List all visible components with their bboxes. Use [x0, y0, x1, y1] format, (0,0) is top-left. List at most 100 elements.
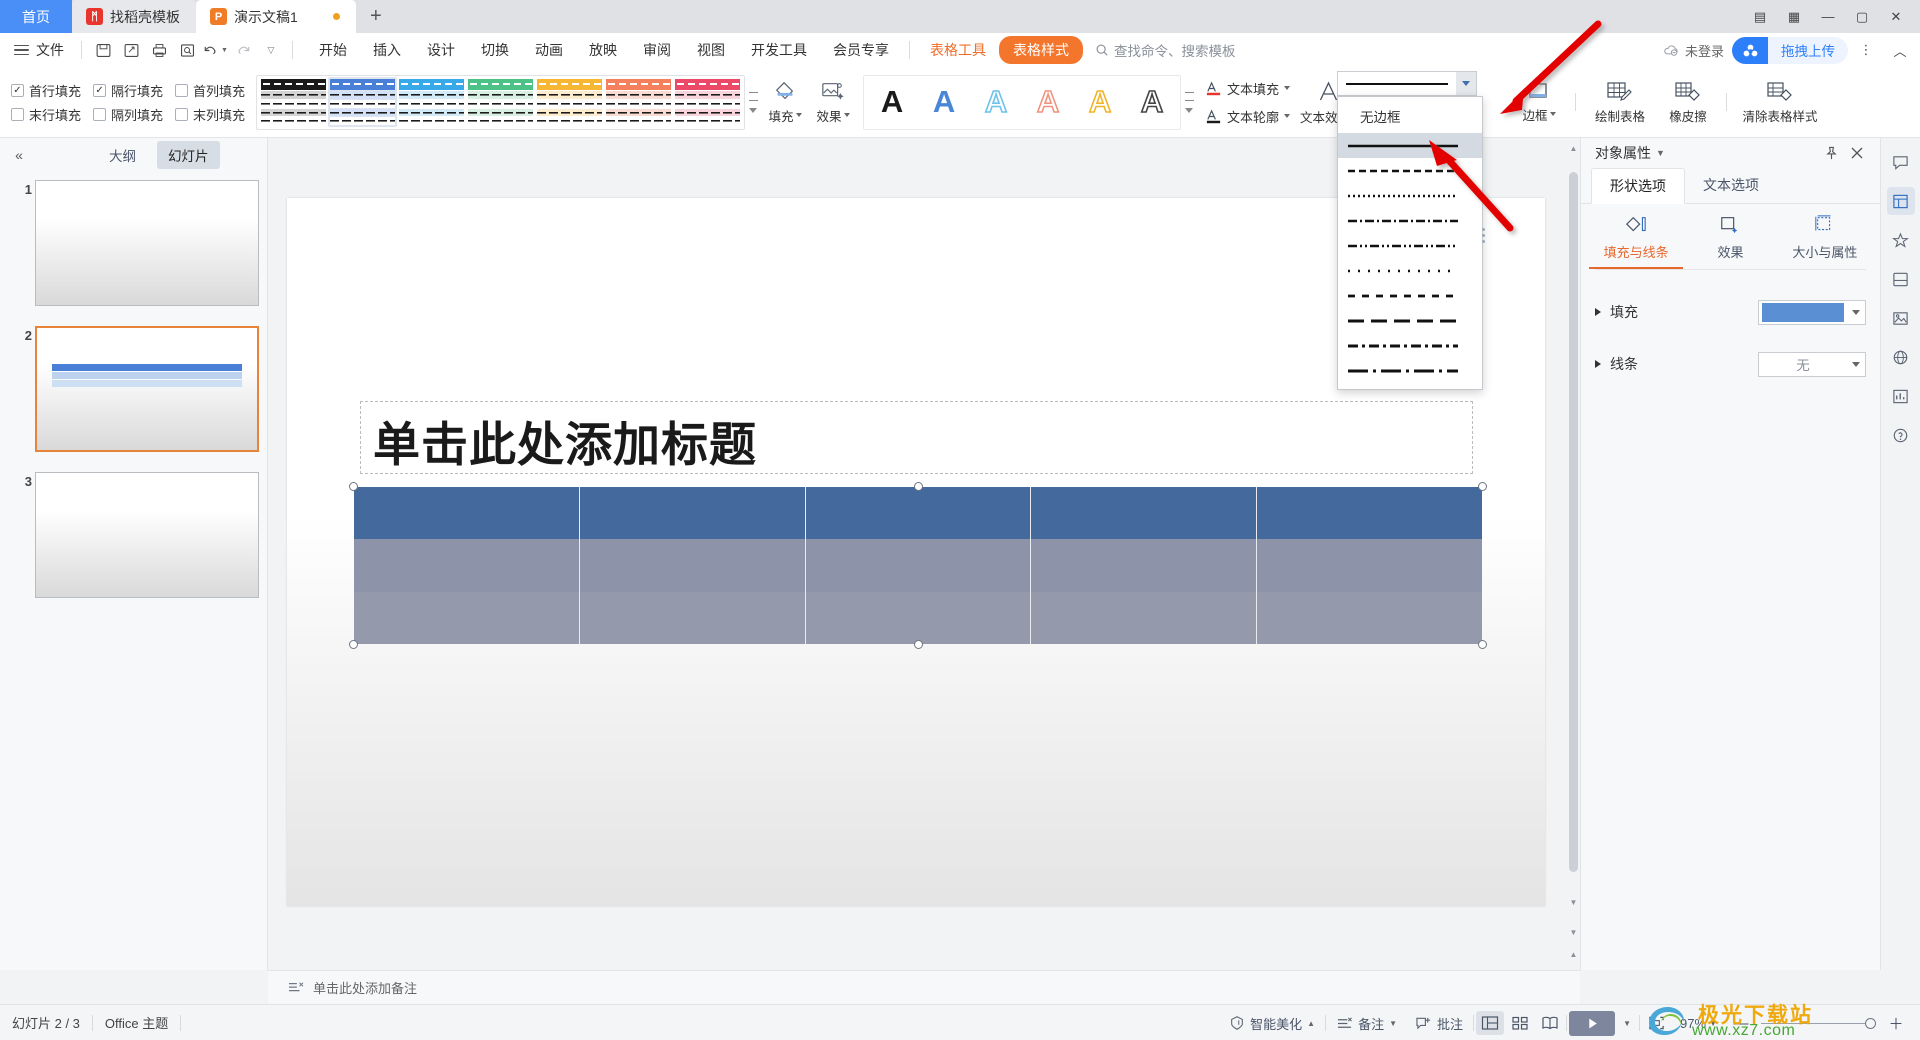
resize-handle-nw[interactable] — [349, 482, 358, 491]
table-cell[interactable] — [805, 591, 1032, 644]
maximize-button[interactable]: ▢ — [1846, 3, 1878, 31]
resize-handle-sw[interactable] — [349, 640, 358, 649]
start-slideshow-button[interactable] — [1569, 1010, 1616, 1036]
table-style-gallery[interactable] — [256, 74, 746, 130]
thumbnail-slide-2[interactable] — [35, 326, 259, 452]
table-row[interactable] — [354, 591, 1482, 644]
table-cell[interactable] — [1031, 539, 1258, 592]
dropdown-item-long-dash-dot[interactable] — [1338, 333, 1482, 358]
file-menu-button[interactable]: 文件 — [0, 40, 74, 60]
dropdown-item-no-border[interactable]: 无边框 — [1338, 100, 1482, 133]
table-cell[interactable] — [354, 591, 580, 644]
home-tab[interactable]: 首页 — [0, 0, 72, 33]
clear-table-style-button[interactable]: 清除表格样式 — [1734, 73, 1826, 131]
checkbox-banded-rows[interactable]: ✓ 隔行填充 — [90, 79, 166, 102]
chevron-down-icon[interactable] — [1847, 309, 1865, 315]
panel-left-icon[interactable]: ▤ — [1744, 3, 1776, 31]
help-icon[interactable] — [1887, 421, 1915, 449]
expand-arrow-icon[interactable] — [1595, 360, 1601, 368]
redo-icon[interactable] — [229, 37, 257, 63]
resize-handle-se[interactable] — [1478, 640, 1487, 649]
menu-design[interactable]: 设计 — [414, 36, 468, 64]
table-border-button[interactable]: 边框 — [1510, 73, 1568, 131]
undo-icon[interactable]: ▼ — [201, 37, 229, 63]
customize-quick-access-icon[interactable]: ▽ — [257, 37, 285, 63]
dropdown-item-solid[interactable] — [1338, 133, 1482, 158]
slider-knob[interactable] — [1865, 1017, 1876, 1029]
wordart-style-4[interactable]: A — [1074, 77, 1126, 127]
wordart-style-1[interactable]: A — [918, 77, 970, 127]
table-object[interactable] — [349, 482, 1487, 649]
text-outline-button[interactable]: 文本轮廓 — [1201, 105, 1294, 128]
image-icon[interactable] — [1887, 304, 1915, 332]
tab-text-options[interactable]: 文本选项 — [1685, 168, 1777, 203]
tab-outline[interactable]: 大纲 — [98, 141, 147, 169]
notes-bar[interactable]: 单击此处添加备注 — [268, 970, 1580, 1004]
feedback-icon[interactable] — [1887, 148, 1915, 176]
save-icon[interactable] — [89, 37, 117, 63]
print-preview-icon[interactable] — [173, 37, 201, 63]
close-button[interactable]: ✕ — [1880, 3, 1912, 31]
drag-upload-button[interactable]: 拖拽上传 — [1732, 36, 1848, 64]
table-cell[interactable] — [354, 487, 580, 540]
menu-table-style[interactable]: 表格样式 — [999, 36, 1083, 64]
menu-table-tools[interactable]: 表格工具 — [917, 36, 999, 64]
wordart-gallery[interactable]: AAAAAA — [863, 74, 1182, 130]
table-cell[interactable] — [354, 539, 580, 592]
zoom-out-button[interactable]: — — [1727, 1011, 1755, 1035]
normal-view-icon[interactable] — [1476, 1011, 1505, 1035]
table-row[interactable] — [354, 487, 1482, 540]
chevron-down-icon[interactable] — [1847, 361, 1865, 367]
scroll-down-icon[interactable]: ▼ — [1569, 898, 1578, 907]
scrollbar-thumb[interactable] — [1569, 172, 1578, 872]
zoom-level-button[interactable]: 97% ▼ — [1672, 1012, 1725, 1035]
line-style-dropdown[interactable]: 无边框 — [1337, 96, 1483, 390]
object-props-icon[interactable] — [1886, 187, 1915, 215]
dropdown-item-square-dash[interactable] — [1338, 283, 1482, 308]
zoom-in-button[interactable]: ＋ — [1882, 1011, 1910, 1035]
checkbox-total-row[interactable]: 末行填充 — [8, 103, 84, 126]
table-style-option-2[interactable] — [397, 77, 466, 127]
checkbox-last-column[interactable]: 末列填充 — [172, 103, 248, 126]
favorite-icon[interactable] — [1887, 226, 1915, 254]
table-style-option-1[interactable] — [328, 77, 398, 127]
checkbox-banded-columns[interactable]: 隔列填充 — [90, 103, 166, 126]
expand-arrow-icon[interactable] — [1595, 308, 1601, 316]
table-style-option-5[interactable] — [604, 77, 673, 127]
tab-slides[interactable]: 幻灯片 — [157, 140, 220, 169]
table-cell[interactable] — [1257, 539, 1482, 592]
dropdown-item-dashed[interactable] — [1338, 158, 1482, 183]
more-options-icon[interactable]: ⋮ — [1850, 36, 1882, 64]
close-icon[interactable] — [1844, 140, 1870, 166]
menu-member[interactable]: 会员专享 — [820, 36, 902, 64]
search-input[interactable]: 查找命令、搜索模板 — [1095, 40, 1236, 60]
table-style-option-6[interactable] — [673, 77, 742, 127]
resize-handle-s[interactable] — [914, 640, 923, 649]
fill-color-picker[interactable] — [1758, 299, 1866, 325]
text-fill-button[interactable]: 文本填充 — [1201, 77, 1294, 100]
table-style-option-4[interactable] — [535, 77, 604, 127]
gallery-more-button[interactable] — [745, 76, 761, 128]
table-cell[interactable] — [1257, 591, 1482, 644]
sorter-view-icon[interactable] — [1506, 1011, 1534, 1035]
menu-review[interactable]: 审阅 — [630, 36, 684, 64]
collapse-ribbon-icon[interactable]: ︿ — [1884, 36, 1916, 64]
wordart-style-0[interactable]: A — [866, 77, 918, 127]
tab-presentation1[interactable]: P 演示文稿1 — [196, 0, 356, 33]
table-cell[interactable] — [805, 487, 1032, 540]
comments-button[interactable]: 批注 — [1407, 1010, 1471, 1037]
table-row[interactable] — [354, 539, 1482, 592]
table-cell[interactable] — [579, 487, 806, 540]
menu-start[interactable]: 开始 — [306, 36, 360, 64]
theme-label[interactable]: Office 主题 — [93, 1013, 180, 1032]
menu-insert[interactable]: 插入 — [360, 36, 414, 64]
global-icon[interactable] — [1887, 343, 1915, 371]
dropdown-item-dash-dot[interactable] — [1338, 208, 1482, 233]
menu-developer[interactable]: 开发工具 — [738, 36, 820, 64]
menu-view[interactable]: 视图 — [684, 36, 738, 64]
canvas-vertical-scrollbar[interactable]: ▲ ▼ ▼ ▲ — [1567, 138, 1580, 970]
menu-transition[interactable]: 切换 — [468, 36, 522, 64]
zoom-slider[interactable] — [1761, 1017, 1876, 1029]
table-fill-button[interactable]: 填充 — [761, 73, 809, 131]
dropdown-item-dash-dot-dot[interactable] — [1338, 233, 1482, 258]
